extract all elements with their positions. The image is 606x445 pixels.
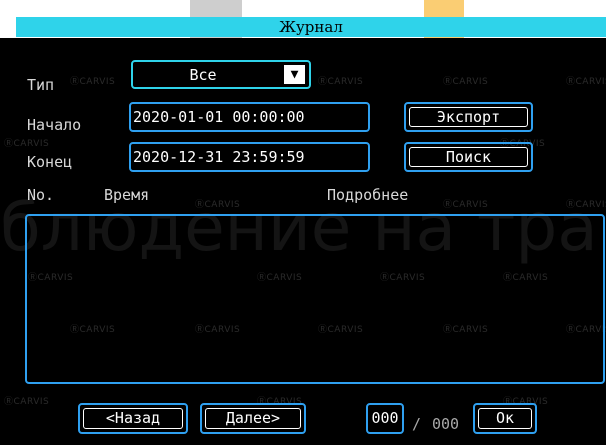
carvis-logo-icon: Ⓡ [566, 77, 576, 87]
end-datetime-field[interactable]: 2020-12-31 23:59:59 [129, 142, 370, 172]
watermark-brand: ⓇCARVIS [318, 77, 364, 87]
log-list[interactable] [25, 214, 605, 384]
log-dialog: Журнал блюдение на тра ⓇCARVIS ⓇCARVIS Ⓡ… [0, 0, 606, 445]
ok-button[interactable]: Ок [473, 403, 537, 434]
triangle-down-icon[interactable]: ▼ [284, 65, 305, 84]
watermark-brand: ⓇCARVIS [4, 397, 50, 407]
export-button-label: Экспорт [409, 107, 528, 127]
column-header-number: No. [27, 186, 55, 204]
start-datetime-field[interactable]: 2020-01-01 00:00:00 [129, 102, 370, 132]
next-page-button[interactable]: Далее> [200, 403, 306, 434]
type-label: Тип [27, 76, 55, 94]
column-header-time: Время [104, 186, 150, 204]
previous-page-label: <Назад [83, 408, 183, 429]
carvis-logo-icon: Ⓡ [318, 77, 328, 87]
start-label: Начало [27, 116, 82, 134]
watermark-brand: ⓇCARVIS [4, 139, 50, 149]
end-label: Конец [27, 153, 73, 171]
watermark-brand: ⓇCARVIS [566, 200, 606, 210]
watermark-brand: ⓇCARVIS [443, 200, 489, 210]
type-select[interactable]: Все ▼ [131, 60, 311, 89]
page-total: 000 [432, 415, 460, 433]
carvis-logo-icon: Ⓡ [566, 200, 576, 210]
watermark-brand: ⓇCARVIS [566, 77, 606, 87]
watermark-brand: ⓇCARVIS [195, 200, 241, 210]
ok-button-label: Ок [478, 408, 532, 429]
previous-page-button[interactable]: <Назад [78, 403, 188, 434]
carvis-logo-icon: Ⓡ [195, 200, 205, 210]
type-select-value: Все [189, 66, 217, 84]
column-header-details: Подробнее [327, 186, 409, 204]
watermark-brand: ⓇCARVIS [70, 77, 116, 87]
next-page-label: Далее> [205, 408, 301, 429]
page-separator: / [412, 415, 422, 433]
title-bar: Журнал [0, 0, 606, 38]
carvis-logo-icon: Ⓡ [4, 397, 14, 407]
carvis-logo-icon: Ⓡ [443, 200, 453, 210]
search-button-label: Поиск [409, 147, 528, 167]
export-button[interactable]: Экспорт [404, 102, 533, 132]
page-number-input[interactable]: 000 [366, 403, 404, 434]
carvis-logo-icon: Ⓡ [4, 139, 14, 149]
carvis-logo-icon: Ⓡ [70, 77, 80, 87]
carvis-logo-icon: Ⓡ [443, 77, 453, 87]
window-title: Журнал [16, 17, 606, 37]
search-button[interactable]: Поиск [404, 142, 533, 172]
watermark-brand: ⓇCARVIS [443, 77, 489, 87]
